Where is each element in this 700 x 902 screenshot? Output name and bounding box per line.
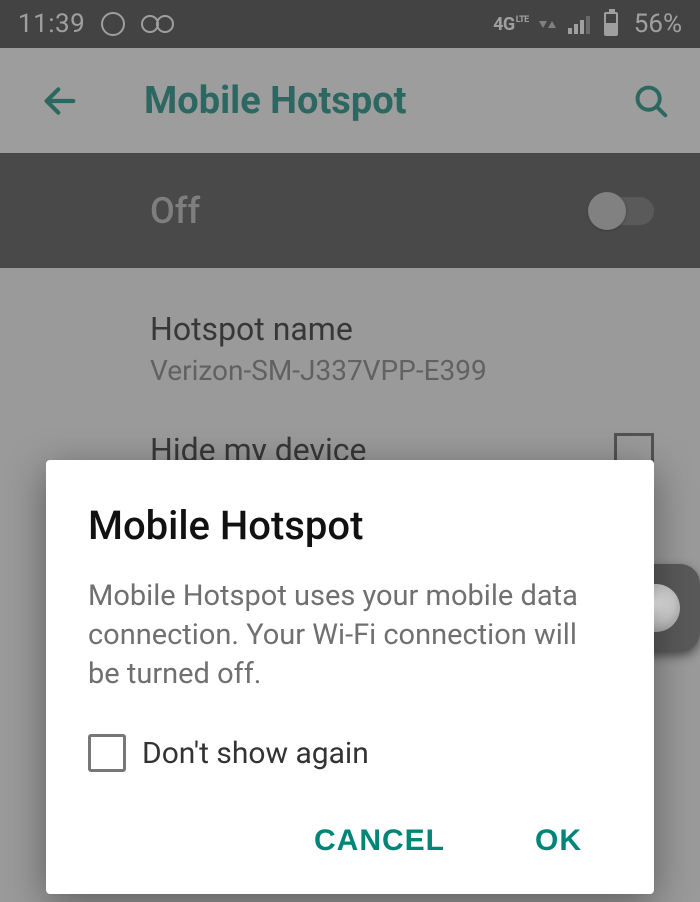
dialog-title: Mobile Hotspot (88, 502, 612, 549)
mobile-hotspot-dialog: Mobile Hotspot Mobile Hotspot uses your … (46, 460, 654, 894)
dont-show-again-checkbox[interactable] (88, 734, 126, 772)
ok-button[interactable]: OK (525, 812, 592, 870)
dont-show-again-row[interactable]: Don't show again (88, 734, 612, 772)
screen-root: 11:39 4G LTE 56% (0, 0, 700, 902)
dont-show-again-label: Don't show again (142, 736, 369, 771)
dialog-body: Mobile Hotspot uses your mobile data con… (88, 577, 612, 694)
dialog-actions: CANCEL OK (88, 812, 612, 870)
cancel-button[interactable]: CANCEL (304, 812, 455, 870)
